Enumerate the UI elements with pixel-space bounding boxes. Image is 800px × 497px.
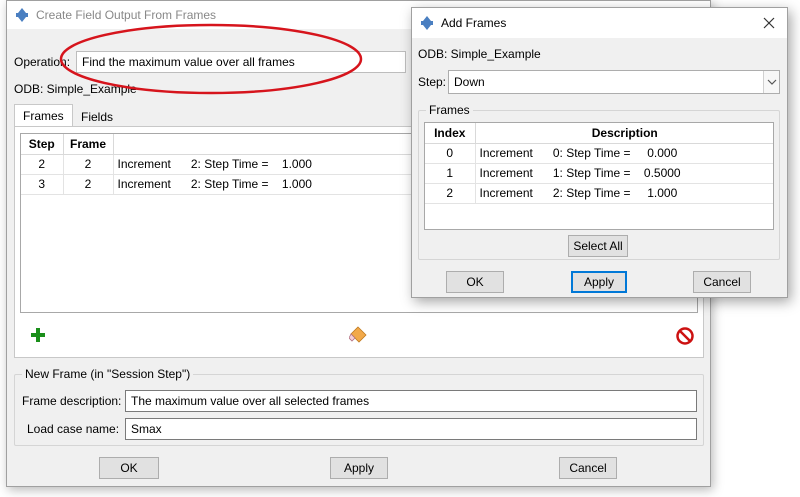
table-row[interactable]: 1 Increment 1: Step Time = 0.5000 xyxy=(425,163,773,184)
cell-index[interactable]: 0 xyxy=(425,143,476,164)
eraser-icon[interactable] xyxy=(348,326,367,347)
cell-description[interactable]: Increment 0: Step Time = 0.000 xyxy=(475,143,773,164)
step-label: Step: xyxy=(418,75,447,89)
cell-index[interactable]: 1 xyxy=(425,163,476,184)
frame-description-field[interactable]: The maximum value over all selected fram… xyxy=(125,390,697,412)
load-case-label: Load case name: xyxy=(27,422,120,436)
cell-frame[interactable]: 2 xyxy=(63,154,114,175)
add-frames-titlebar: Add Frames xyxy=(412,8,787,38)
cell-description[interactable]: Increment 2: Step Time = 1.000 xyxy=(475,183,773,204)
add-frames-apply-label: Apply xyxy=(583,275,615,289)
abaqus-app-icon xyxy=(15,8,29,22)
tab-frames-label: Frames xyxy=(23,109,64,123)
select-all-button[interactable]: Select All xyxy=(568,235,628,257)
plus-icon[interactable] xyxy=(31,328,45,345)
table-row[interactable]: 0 Increment 0: Step Time = 0.000 xyxy=(425,143,773,164)
cell-description[interactable]: Increment 1: Step Time = 0.5000 xyxy=(475,163,773,184)
frames-group-label: Frames xyxy=(426,103,473,117)
col-header-frame[interactable]: Frame xyxy=(63,134,114,155)
apply-button[interactable]: Apply xyxy=(330,457,388,479)
add-frames-ok-button[interactable]: OK xyxy=(446,271,504,293)
col-header-index[interactable]: Index xyxy=(425,123,476,144)
chevron-down-icon[interactable] xyxy=(763,71,779,93)
add-frames-cancel-button[interactable]: Cancel xyxy=(693,271,751,293)
table-row[interactable]: 2 Increment 2: Step Time = 1.000 xyxy=(425,183,773,204)
cell-index[interactable]: 2 xyxy=(425,183,476,204)
step-combobox[interactable]: Down xyxy=(448,70,780,94)
frame-description-label: Frame description: xyxy=(22,394,122,408)
cell-step[interactable]: 2 xyxy=(21,154,64,175)
load-case-field[interactable]: Smax xyxy=(125,418,697,440)
frames-group: Frames Index Description 0 Increment 0: … xyxy=(418,103,780,260)
col-header-step[interactable]: Step xyxy=(21,134,64,155)
tab-fields[interactable]: Fields xyxy=(73,106,121,128)
select-all-button-label: Select All xyxy=(573,239,623,253)
add-frames-dialog: Add Frames ODB: Simple_Example Step: Dow… xyxy=(411,7,788,298)
annotation-ellipse xyxy=(59,23,363,95)
close-icon[interactable] xyxy=(761,15,777,31)
col-header-description[interactable]: Description xyxy=(475,123,773,144)
cancel-button[interactable]: Cancel xyxy=(559,457,617,479)
add-frames-table: Index Description 0 Increment 0: Step Ti… xyxy=(425,123,773,204)
add-frames-ok-label: OK xyxy=(466,275,484,289)
add-frames-cancel-label: Cancel xyxy=(703,275,741,289)
apply-button-label: Apply xyxy=(343,461,375,475)
ok-button-label: OK xyxy=(120,461,138,475)
add-frames-title: Add Frames xyxy=(441,16,507,30)
cell-frame[interactable]: 2 xyxy=(63,174,114,195)
no-entry-icon[interactable] xyxy=(676,327,694,348)
abaqus-app-icon xyxy=(420,16,434,30)
add-frames-apply-button[interactable]: Apply xyxy=(571,271,627,293)
cell-step[interactable]: 3 xyxy=(21,174,64,195)
main-dialog-title: Create Field Output From Frames xyxy=(36,8,217,22)
new-frame-group-label: New Frame (in "Session Step") xyxy=(22,367,194,381)
add-frames-table-container: Index Description 0 Increment 0: Step Ti… xyxy=(424,122,774,230)
cancel-button-label: Cancel xyxy=(569,461,607,475)
tab-fields-label: Fields xyxy=(81,110,114,124)
tab-frames[interactable]: Frames xyxy=(14,104,73,127)
step-combobox-value: Down xyxy=(454,75,485,89)
new-frame-group: New Frame (in "Session Step") Frame desc… xyxy=(14,367,704,446)
ok-button[interactable]: OK xyxy=(99,457,159,479)
add-frames-odb-label: ODB: Simple_Example xyxy=(418,47,541,61)
